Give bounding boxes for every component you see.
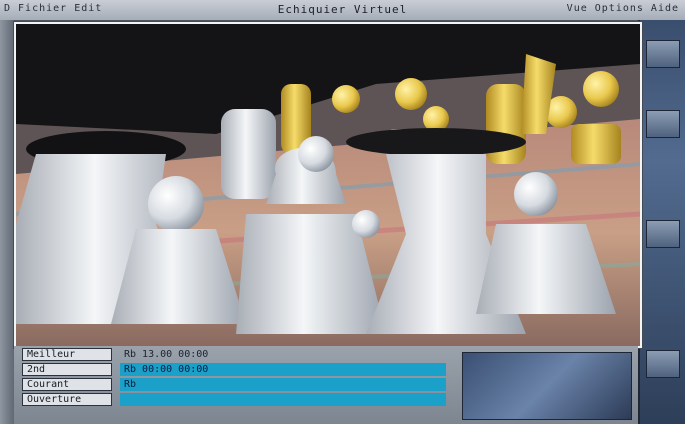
info-row-second: 2nd Rb 00:00 00:00 (22, 363, 448, 377)
title-bar: D Fichier Edit Echiquier Virtuel Vue Opt… (0, 0, 685, 21)
second-move-label[interactable]: 2nd (22, 363, 112, 376)
right-tool-panel (638, 20, 685, 424)
game-info-panel: Meilleur Rb 13.00 00:00 2nd Rb 00:00 00:… (14, 346, 638, 424)
chess-scene (16, 24, 640, 346)
tool-button-4[interactable] (646, 350, 680, 378)
tool-button-3[interactable] (646, 220, 680, 248)
current-move-value: Rb (120, 378, 446, 391)
opening-value (120, 393, 446, 406)
current-move-label[interactable]: Courant (22, 378, 112, 391)
game-screen: D Fichier Edit Echiquier Virtuel Vue Opt… (0, 0, 685, 424)
opening-label[interactable]: Ouverture (22, 393, 112, 406)
left-edge-panel (0, 20, 14, 424)
title-bar-menu-right[interactable]: Vue Options Aide (567, 3, 679, 14)
tool-button-1[interactable] (646, 40, 680, 68)
3d-chess-viewport[interactable] (14, 22, 642, 348)
best-move-value: Rb 13.00 00:00 (124, 349, 209, 360)
tool-button-2[interactable] (646, 110, 680, 138)
black-piece-top-right (346, 128, 526, 156)
best-move-label[interactable]: Meilleur (22, 348, 112, 361)
info-row-best: Meilleur Rb 13.00 00:00 (22, 348, 448, 362)
second-move-value: Rb 00:00 00:00 (120, 363, 446, 376)
info-row-opening: Ouverture (22, 393, 448, 407)
info-row-current: Courant Rb (22, 378, 448, 392)
info-panel-decoration (462, 352, 632, 420)
